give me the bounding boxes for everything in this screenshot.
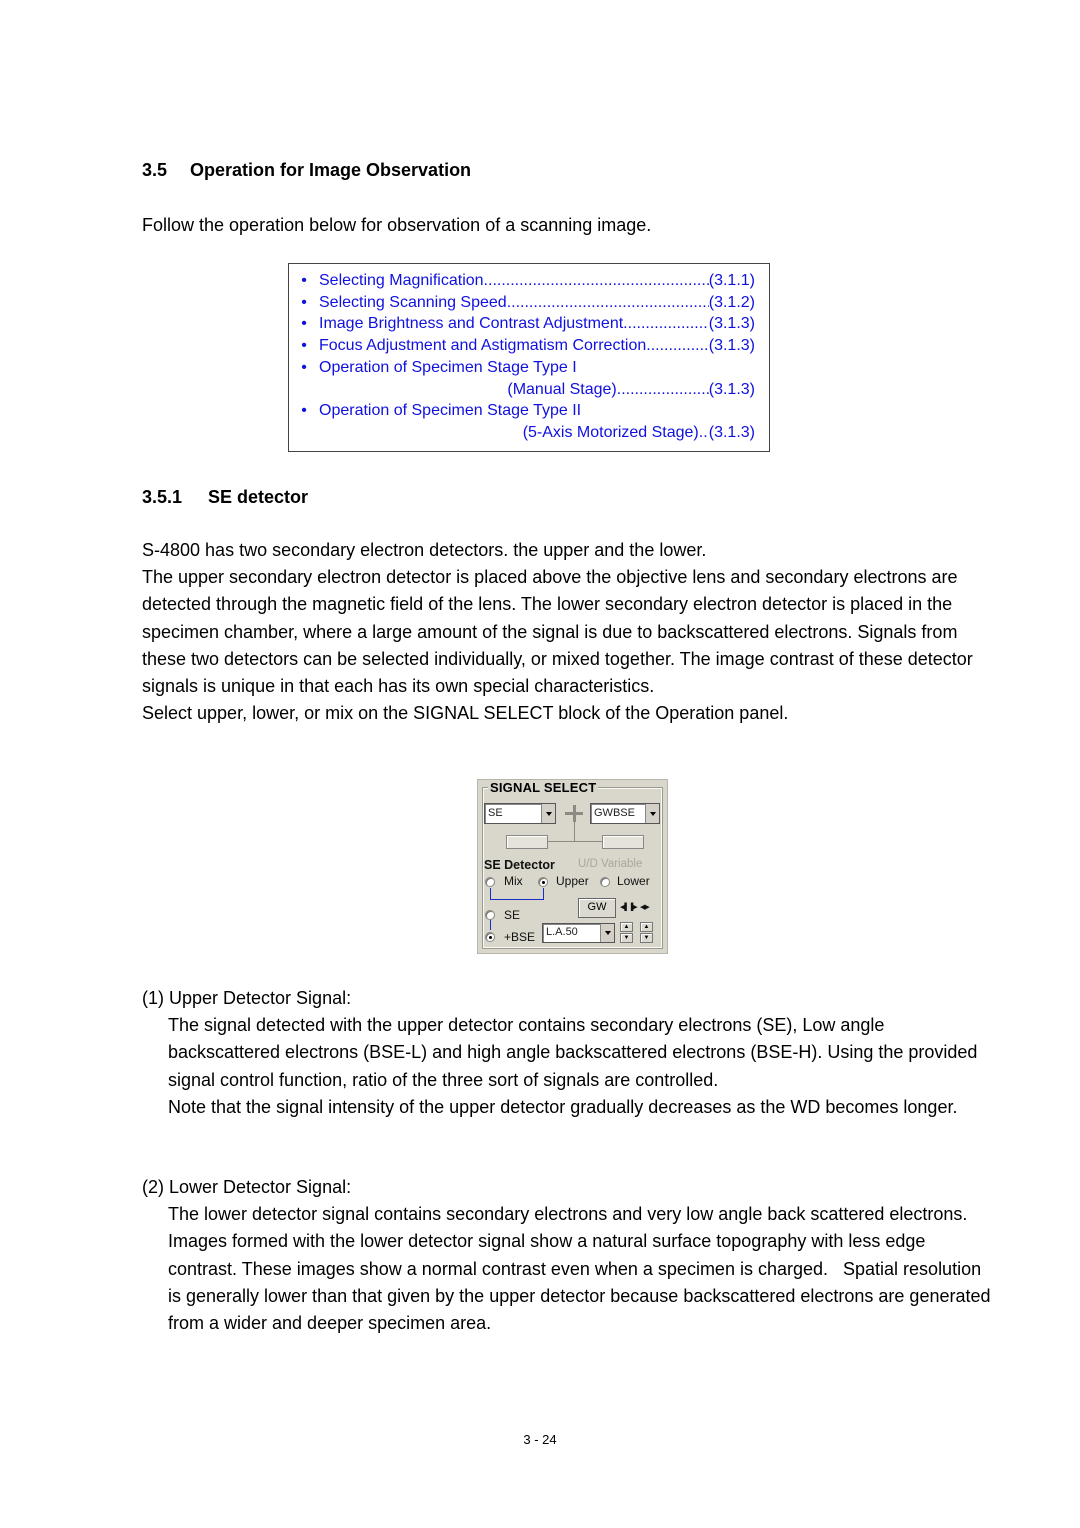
toc-item-ref: (3.1.3) — [708, 423, 755, 441]
toc-item[interactable]: • Focus Adjustment and Astigmatism Corre… — [289, 335, 755, 357]
item-heading: (2) Lower Detector Signal: — [142, 1177, 352, 1197]
mix-link-line — [543, 888, 544, 900]
detector-item-2: (2) Lower Detector Signal: The lower det… — [142, 1174, 998, 1337]
radio-upper[interactable] — [538, 877, 548, 887]
panel-title: SIGNAL SELECT — [488, 780, 599, 795]
la-select-value: L.A.50 — [546, 926, 578, 938]
chevron-down-icon[interactable] — [541, 804, 555, 823]
paragraph: The upper secondary electron detector is… — [142, 567, 973, 697]
plus-icon-vertical — [572, 805, 576, 822]
toc-item[interactable]: • Selecting Magnification (3.1.1) — [289, 270, 755, 292]
chevron-down-icon[interactable] — [600, 924, 614, 942]
toc-item-continuation[interactable]: (5-Axis Motorized Stage) (3.1.3) — [289, 422, 755, 444]
toc-item-ref: (3.1.3) — [708, 315, 755, 333]
radio-se-label[interactable]: SE — [504, 908, 520, 922]
bullet-icon: • — [301, 358, 307, 376]
toc-leader-dots — [699, 422, 709, 444]
toc-item-ref: (3.1.2) — [708, 293, 755, 311]
radio-lower-label[interactable]: Lower — [617, 874, 650, 888]
subsection-number: 3.5.1 — [142, 487, 183, 507]
toc-item-label: Selecting Scanning Speed — [319, 293, 507, 311]
wide-down-button[interactable]: ▼ — [620, 933, 633, 943]
section-number: 3.5 — [142, 160, 168, 180]
ud-variable-label: U/D Variable — [578, 858, 643, 870]
connector-line — [574, 822, 575, 842]
radio-plus-bse[interactable] — [485, 932, 495, 942]
toc-leader-dots — [646, 335, 709, 357]
paragraph: The signal detected with the upper detec… — [168, 1015, 978, 1090]
toc-item-ref: (3.1.3) — [708, 337, 755, 355]
radio-mix-label[interactable]: Mix — [504, 874, 523, 888]
bullet-icon: • — [301, 272, 307, 289]
chevron-down-icon[interactable] — [645, 804, 659, 823]
toc-leader-dots — [617, 379, 709, 401]
toc-item[interactable]: • Selecting Scanning Speed (3.1.2) — [289, 292, 755, 314]
mode-link-line — [490, 919, 491, 930]
toc-box: • Selecting Magnification (3.1.1) • Selec… — [288, 263, 770, 452]
paragraph: The lower detector signal contains secon… — [168, 1204, 991, 1334]
radio-se[interactable] — [485, 910, 495, 920]
toc-item[interactable]: • Operation of Specimen Stage Type II — [289, 400, 755, 422]
right-signal-indicator — [602, 835, 644, 849]
narrow-up-button[interactable]: ▲ — [640, 922, 653, 932]
radio-upper-label[interactable]: Upper — [556, 874, 589, 888]
mix-link-line — [490, 899, 544, 900]
toc-item-label: Operation of Specimen Stage Type I — [319, 358, 577, 376]
paragraph: Note that the signal intensity of the up… — [168, 1096, 958, 1117]
narrow-down-button[interactable]: ▼ — [640, 933, 653, 943]
subsection-body: S-4800 has two secondary electron detect… — [142, 537, 998, 727]
radio-lower[interactable] — [600, 877, 610, 887]
paragraph: S-4800 has two secondary electron detect… — [142, 540, 707, 560]
paragraph: Select upper, lower, or mix on the SIGNA… — [142, 703, 789, 724]
radio-mix[interactable] — [485, 877, 495, 887]
se-detector-label: SE Detector — [484, 858, 555, 872]
bullet-icon: • — [301, 315, 307, 333]
left-signal-value: SE — [488, 807, 503, 819]
bullet-icon: • — [301, 293, 307, 311]
section-heading: 3.5 Operation for Image Observation — [142, 160, 471, 181]
signal-select-panel: SIGNAL SELECT SE GWBSE SE Detector U/D V… — [477, 779, 668, 954]
toc-item-ref: (3.1.3) — [708, 380, 755, 398]
section-intro: Follow the operation below for observati… — [142, 215, 652, 235]
toc-item-label: Selecting Magnification — [319, 272, 484, 289]
toc-item-label: Operation of Specimen Stage Type II — [319, 402, 582, 420]
left-signal-select[interactable]: SE — [484, 803, 556, 824]
toc-item[interactable]: • Operation of Specimen Stage Type I — [289, 357, 755, 379]
toc-item-sublabel: (5-Axis Motorized Stage) — [522, 423, 699, 441]
detector-item-1: (1) Upper Detector Signal: The signal de… — [142, 985, 998, 1121]
bullet-icon: • — [301, 337, 307, 355]
connector-line — [548, 841, 602, 842]
wide-up-button[interactable]: ▲ — [620, 922, 633, 932]
wide-arrows-icon: ◀▌▐▶ — [620, 904, 638, 911]
toc-item-sublabel: (Manual Stage) — [507, 380, 617, 398]
toc-item[interactable]: • Image Brightness and Contrast Adjustme… — [289, 313, 755, 335]
toc-leader-dots — [484, 270, 709, 292]
subsection-heading: 3.5.1 SE detector — [142, 487, 308, 508]
subsection-title: SE detector — [208, 487, 309, 507]
left-signal-indicator — [506, 835, 548, 849]
right-signal-select[interactable]: GWBSE — [590, 803, 660, 824]
toc-leader-dots — [507, 292, 709, 314]
toc-item-label: Focus Adjustment and Astigmatism Correct… — [319, 337, 647, 355]
toc-leader-dots — [623, 313, 709, 335]
toc-item-continuation[interactable]: (Manual Stage) (3.1.3) — [289, 379, 755, 401]
la-select[interactable]: L.A.50 — [542, 923, 615, 943]
section-title: Operation for Image Observation — [190, 160, 472, 180]
item-heading: (1) Upper Detector Signal: — [142, 988, 352, 1008]
gw-button[interactable]: GW — [578, 898, 616, 918]
toc-item-label: Image Brightness and Contrast Adjustment — [319, 315, 624, 333]
toc-item-ref: (3.1.1) — [708, 272, 755, 289]
radio-plus-bse-label[interactable]: +BSE — [504, 930, 535, 944]
bullet-icon: • — [301, 402, 307, 420]
right-signal-value: GWBSE — [594, 807, 635, 819]
narrow-arrows-icon: ◀▶ — [640, 904, 650, 911]
page-number: 3 - 24 — [523, 1432, 557, 1447]
